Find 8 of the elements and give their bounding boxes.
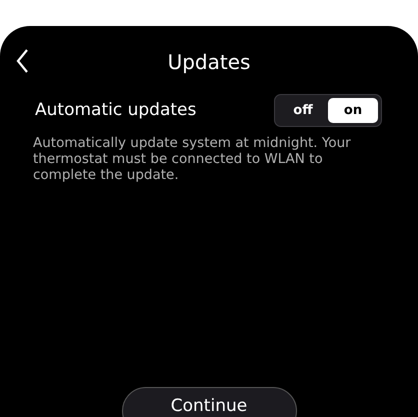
toggle-option[interactable]: on [328, 98, 378, 122]
continue-button[interactable]: Continue [122, 387, 296, 417]
setting-label: Automatic updates [35, 100, 196, 120]
setting-description: Automatically update system at midnight. Your thermostat must be connected to WLAN to complete the update. [32, 134, 352, 183]
on-off-toggle[interactable]: off on [274, 94, 382, 126]
screen-title: Updates [168, 50, 250, 74]
back-chevron-icon[interactable] [15, 48, 29, 74]
toggle-option[interactable]: off [278, 98, 328, 122]
